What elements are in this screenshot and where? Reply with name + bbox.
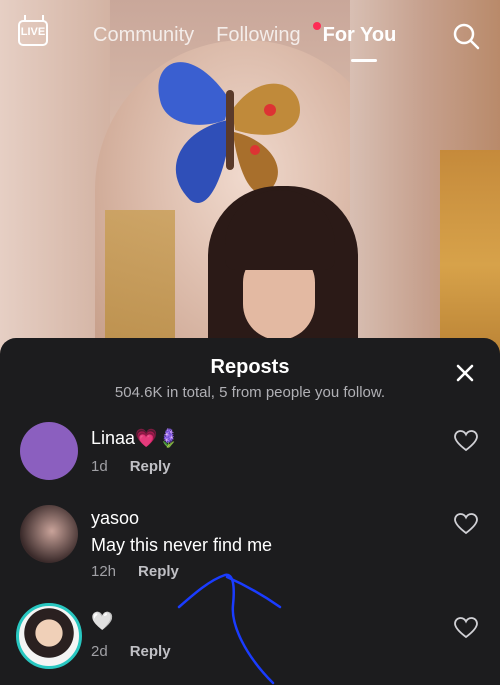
reply-button[interactable]: Reply (130, 643, 171, 660)
reply-button[interactable]: Reply (138, 563, 179, 580)
heart-icon[interactable] (454, 617, 478, 639)
notification-dot (313, 22, 321, 30)
repost-comment: May this never find me (91, 535, 273, 555)
tab-following[interactable]: Following (216, 24, 300, 47)
repost-meta: 1d Reply (91, 458, 171, 475)
annotation-scribble (177, 573, 282, 685)
repost-meta: 2d Reply (91, 643, 171, 660)
feed-tabs: Community Following For You (93, 24, 396, 62)
tab-for-you[interactable]: For You (323, 24, 396, 62)
sheet-title: Reposts (210, 356, 290, 378)
avatar[interactable] (20, 505, 78, 563)
repost-username[interactable]: 🤍 (91, 611, 113, 632)
repost-time: 1d (91, 458, 108, 475)
heart-icon[interactable] (454, 513, 478, 535)
heart-icon[interactable] (454, 430, 478, 452)
live-icon[interactable]: LIVE (18, 20, 48, 46)
avatar[interactable] (20, 422, 78, 480)
avatar[interactable] (16, 603, 82, 669)
repost-time: 12h (91, 563, 117, 580)
top-navigation: LIVE Community Following For You (0, 0, 500, 70)
sheet-subtitle: 504.6K in total, 5 from people you follo… (114, 384, 386, 401)
reply-button[interactable]: Reply (130, 458, 171, 475)
repost-username[interactable]: yasoo (91, 508, 139, 529)
repost-username[interactable]: Linaa💗🪻 (91, 428, 180, 449)
repost-time: 2d (91, 643, 108, 660)
tab-community[interactable]: Community (93, 24, 194, 47)
search-icon[interactable] (452, 22, 480, 50)
repost-meta: 12h Reply (91, 563, 179, 580)
close-icon[interactable] (455, 363, 475, 383)
